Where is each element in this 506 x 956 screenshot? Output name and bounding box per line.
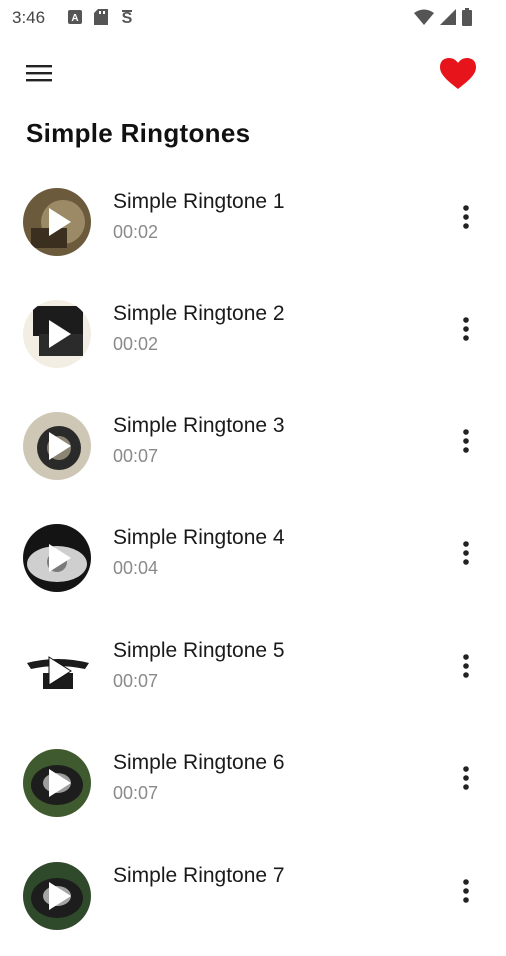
list-item[interactable]: Simple Ringtone 5 00:07	[0, 631, 506, 731]
more-options-button[interactable]	[452, 763, 480, 795]
ringtone-title: Simple Ringtone 1	[113, 190, 285, 213]
more-options-button[interactable]	[452, 202, 480, 234]
ringtone-duration: 00:02	[113, 222, 159, 242]
ringtone-title: Simple Ringtone 2	[113, 302, 285, 325]
play-icon[interactable]	[23, 300, 91, 368]
play-icon[interactable]	[23, 524, 91, 592]
list-item[interactable]: Simple Ringtone 6 00:07	[0, 743, 506, 843]
phone-photo-thumbnail	[23, 524, 91, 592]
ringtone-list: Simple Ringtone 1 00:02 Simple Ringtone …	[0, 0, 506, 930]
play-icon[interactable]	[23, 637, 91, 705]
phone-photo-thumbnail	[23, 412, 91, 480]
phone-photo-thumbnail	[23, 188, 91, 256]
more-options-button[interactable]	[452, 314, 480, 346]
list-item[interactable]: Simple Ringtone 3 00:07	[0, 406, 506, 506]
ringtone-duration: 00:04	[113, 558, 159, 578]
more-options-button[interactable]	[452, 538, 480, 570]
ringtone-duration: 00:07	[113, 446, 159, 466]
phone-photo-thumbnail	[23, 637, 91, 705]
list-item[interactable]: Simple Ringtone 1 00:02	[0, 182, 506, 282]
more-options-button[interactable]	[452, 651, 480, 683]
more-vertical-icon	[452, 205, 480, 238]
play-icon[interactable]	[23, 862, 91, 930]
ringtone-title: Simple Ringtone 6	[113, 751, 285, 774]
ringtone-duration: 00:02	[113, 334, 159, 354]
ringtone-duration: 00:07	[113, 783, 159, 803]
list-item[interactable]: Simple Ringtone 2 00:02	[0, 294, 506, 394]
more-options-button[interactable]	[452, 426, 480, 458]
ringtone-title: Simple Ringtone 4	[113, 526, 285, 549]
ringtone-duration: 00:07	[113, 671, 159, 691]
play-icon[interactable]	[23, 412, 91, 480]
list-item[interactable]: Simple Ringtone 7	[0, 856, 506, 956]
phone-photo-thumbnail	[23, 749, 91, 817]
phone-photo-thumbnail	[23, 862, 91, 930]
ringtone-title: Simple Ringtone 7	[113, 864, 285, 887]
more-vertical-icon	[452, 654, 480, 687]
more-vertical-icon	[452, 429, 480, 462]
play-icon[interactable]	[23, 749, 91, 817]
more-vertical-icon	[452, 879, 480, 912]
ringtone-title: Simple Ringtone 3	[113, 414, 285, 437]
play-icon[interactable]	[23, 188, 91, 256]
phone-photo-thumbnail	[23, 300, 91, 368]
more-vertical-icon	[452, 766, 480, 799]
more-vertical-icon	[452, 541, 480, 574]
more-vertical-icon	[452, 317, 480, 350]
more-options-button[interactable]	[452, 876, 480, 908]
list-item[interactable]: Simple Ringtone 4 00:04	[0, 518, 506, 618]
ringtone-title: Simple Ringtone 5	[113, 639, 285, 662]
